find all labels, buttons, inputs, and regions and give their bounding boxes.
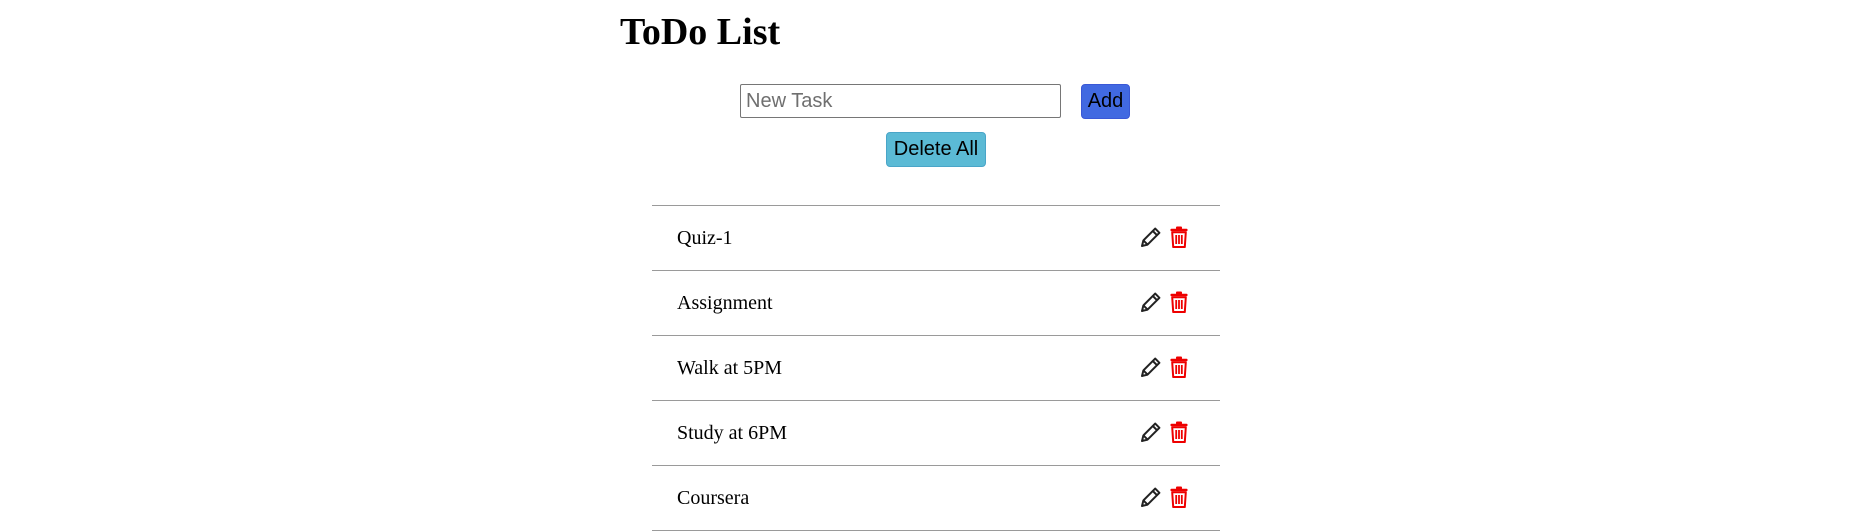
page-title: ToDo List bbox=[620, 11, 781, 53]
task-item: Assignment bbox=[652, 271, 1220, 336]
trash-icon[interactable] bbox=[1166, 223, 1192, 251]
pencil-icon[interactable] bbox=[1138, 353, 1164, 381]
task-text: Coursera bbox=[677, 487, 750, 509]
task-actions bbox=[1138, 418, 1192, 446]
pencil-icon[interactable] bbox=[1138, 223, 1164, 251]
task-text: Quiz-1 bbox=[677, 227, 733, 249]
pencil-icon[interactable] bbox=[1138, 483, 1164, 511]
task-list: Quiz-1 Assignment Walk at 5PM Study at 6… bbox=[652, 205, 1220, 531]
pencil-icon[interactable] bbox=[1138, 418, 1164, 446]
task-item: Coursera bbox=[652, 466, 1220, 531]
task-text: Assignment bbox=[677, 292, 773, 314]
trash-icon[interactable] bbox=[1166, 353, 1192, 381]
task-actions bbox=[1138, 223, 1192, 251]
task-actions bbox=[1138, 483, 1192, 511]
add-task-button[interactable]: Add bbox=[1081, 84, 1130, 119]
pencil-icon[interactable] bbox=[1138, 288, 1164, 316]
delete-all-button[interactable]: Delete All bbox=[886, 132, 986, 167]
task-item: Quiz-1 bbox=[652, 206, 1220, 271]
task-actions bbox=[1138, 288, 1192, 316]
trash-icon[interactable] bbox=[1166, 418, 1192, 446]
task-text: Study at 6PM bbox=[677, 422, 788, 444]
task-item: Study at 6PM bbox=[652, 401, 1220, 466]
task-text: Walk at 5PM bbox=[677, 357, 783, 379]
task-actions bbox=[1138, 353, 1192, 381]
trash-icon[interactable] bbox=[1166, 288, 1192, 316]
trash-icon[interactable] bbox=[1166, 483, 1192, 511]
new-task-input[interactable] bbox=[740, 84, 1061, 118]
task-item: Walk at 5PM bbox=[652, 336, 1220, 401]
